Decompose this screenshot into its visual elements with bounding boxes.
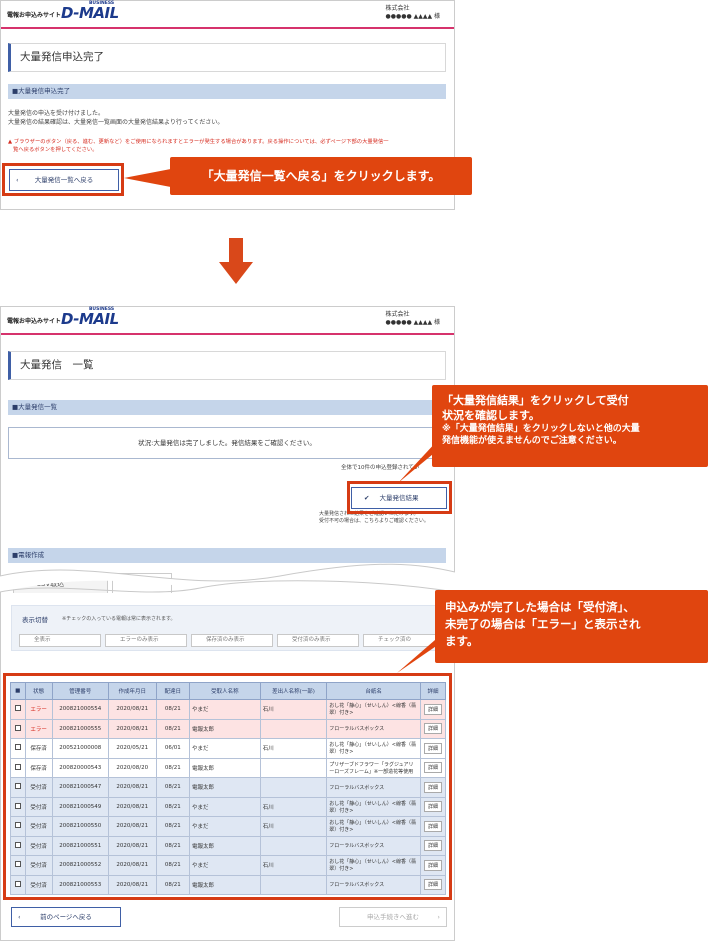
- callout-tail: [124, 168, 176, 188]
- result-button-highlight: [347, 481, 452, 514]
- chevron-right-icon: ›: [437, 913, 440, 921]
- proceed-button[interactable]: 申込手続きへ進む ›: [339, 907, 447, 927]
- section-heading-2: ■大量発信一覧: [8, 400, 446, 415]
- site-label-2: 電報お申込みサイト: [7, 318, 62, 325]
- table-highlight: [3, 673, 452, 900]
- warning-icon: ▲: [8, 139, 13, 145]
- site-header-2: 電報お申込みサイト D-MAIL BUSINESS 株式会社 ●●●●● ▲▲▲▲…: [1, 307, 454, 333]
- logo-sub: BUSINESS: [89, 1, 115, 6]
- logo-sub-2: BUSINESS: [89, 307, 115, 312]
- warning-message: ▲ ブラウザーのボタン（戻る、進む、更新など）をご使用になられますとエラーが発生…: [8, 139, 389, 153]
- filter-saved-only[interactable]: 保存済のみ表示: [191, 634, 273, 647]
- chevron-left-icon: ‹: [18, 913, 21, 921]
- status-box: 状況:大量発信は完了しました。発信結果をご確認ください。: [8, 427, 446, 459]
- user-info-2: 株式会社 ●●●●● ▲▲▲▲ 様: [385, 311, 440, 326]
- header-divider: [1, 27, 454, 29]
- torn-edge-decoration: [0, 563, 455, 593]
- section-heading: ■大量発信申込完了: [8, 84, 446, 99]
- callout-result-instruction: 「大量発信結果」をクリックして受付 状況を確認します。 ※「大量発信結果」をクリ…: [432, 385, 708, 467]
- page-title-2: 大量発信 一覧: [8, 351, 446, 380]
- header-divider-2: [1, 333, 454, 335]
- filter-accepted-only[interactable]: 受付済のみ表示: [277, 634, 359, 647]
- down-arrow-shaft: [229, 238, 243, 264]
- filter-error-only[interactable]: エラーのみ表示: [105, 634, 187, 647]
- dmail-logo: D-MAIL: [61, 4, 119, 22]
- back-button-highlight: [2, 163, 124, 196]
- switch-note: ※チェックの入っている電報は常に表示されます。: [62, 616, 176, 622]
- site-label: 電報お申込みサイト: [7, 12, 62, 19]
- page-title: 大量発信申込完了: [8, 43, 446, 72]
- down-arrow-icon: [219, 262, 253, 284]
- switch-label: 表示切替: [22, 616, 48, 624]
- complete-message: 大量発信の申込を受け付けました。 大量発信の結果確認は、大量発信一覧画面の大量発信…: [8, 110, 224, 126]
- site-header: 電報お申込みサイト D-MAIL BUSINESS 株式会社 ●●●●● ▲▲▲▲…: [1, 1, 454, 27]
- filter-all[interactable]: 全表示: [19, 634, 101, 647]
- callout-status-explanation: 申込みが完了した場合は「受付済」、 未完了の場合は「エラー」と表示され ます。: [435, 590, 708, 663]
- callout-back-instruction: 「大量発信一覧へ戻る」をクリックします。: [170, 157, 472, 195]
- user-info: 株式会社 ●●●●● ▲▲▲▲ 様: [385, 5, 440, 20]
- dmail-logo-2: D-MAIL: [61, 310, 119, 328]
- prev-page-button[interactable]: ‹ 前のページへ戻る: [11, 907, 121, 927]
